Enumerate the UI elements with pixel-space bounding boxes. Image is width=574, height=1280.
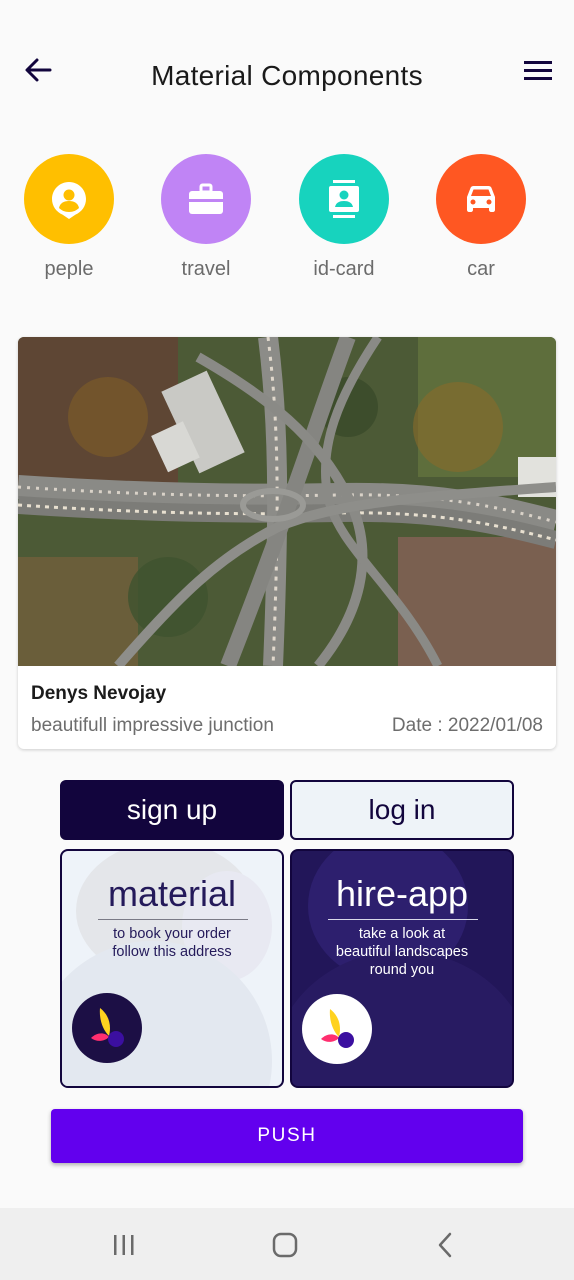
category-travel[interactable]: travel: [151, 154, 261, 281]
photo-card[interactable]: Denys Nevojay beautifull impressive junc…: [18, 337, 556, 749]
card-date: Date : 2022/01/08: [391, 715, 543, 736]
briefcase-icon: [189, 183, 223, 214]
page-title: Material Components: [151, 60, 423, 91]
category-circle: [436, 154, 526, 244]
car-icon: [467, 186, 495, 212]
panel-subtitle: to book your order follow this address: [112, 926, 232, 960]
push-button[interactable]: PUSH: [51, 1109, 523, 1163]
panel-title: hire-app: [335, 873, 469, 914]
petal-logo-icon: [321, 1009, 354, 1048]
person-pin-icon: [52, 182, 86, 219]
hire-app-panel[interactable]: hire-app take a look at beautiful landsc…: [290, 849, 514, 1088]
hamburger-menu-icon: [524, 61, 552, 80]
category-row: peple travel id-card car: [0, 154, 574, 294]
aerial-highway-interchange-photo: [18, 337, 556, 666]
recent-apps-icon: [114, 1235, 134, 1255]
material-panel[interactable]: material to book your order follow this …: [60, 849, 284, 1088]
brand-avatar: [72, 993, 142, 1063]
panel-subtitle: take a look at beautiful landscapes roun…: [335, 926, 469, 978]
back-nav-button[interactable]: [426, 1228, 466, 1262]
category-label: travel: [181, 258, 231, 280]
sign-up-tab[interactable]: sign up: [60, 780, 284, 840]
contact-card-icon: [329, 180, 359, 218]
category-people[interactable]: peple: [14, 154, 124, 281]
category-label: peple: [44, 258, 94, 280]
category-car[interactable]: car: [426, 154, 536, 281]
card-caption: beautifull impressive junction: [31, 715, 274, 736]
category-circle: [299, 154, 389, 244]
panel-divider: [98, 919, 248, 920]
recent-apps-button[interactable]: [104, 1228, 144, 1262]
system-navigation-bar: [0, 1208, 574, 1280]
panel-title: material: [107, 873, 237, 914]
panel-divider: [328, 919, 478, 920]
category-label: id-card: [313, 258, 375, 280]
home-button[interactable]: [265, 1228, 305, 1262]
app-bar: Material Components: [0, 0, 574, 130]
chevron-left-icon: [438, 1232, 452, 1258]
category-label: car: [467, 258, 495, 280]
category-id-card[interactable]: id-card: [289, 154, 399, 281]
menu-button[interactable]: [520, 56, 556, 86]
log-in-tab[interactable]: log in: [290, 780, 514, 840]
category-circle: [24, 154, 114, 244]
home-icon: [272, 1232, 298, 1258]
petal-logo-icon: [91, 1008, 124, 1047]
category-circle: [161, 154, 251, 244]
brand-avatar: [302, 994, 372, 1064]
card-author: Denys Nevojay: [31, 683, 167, 704]
